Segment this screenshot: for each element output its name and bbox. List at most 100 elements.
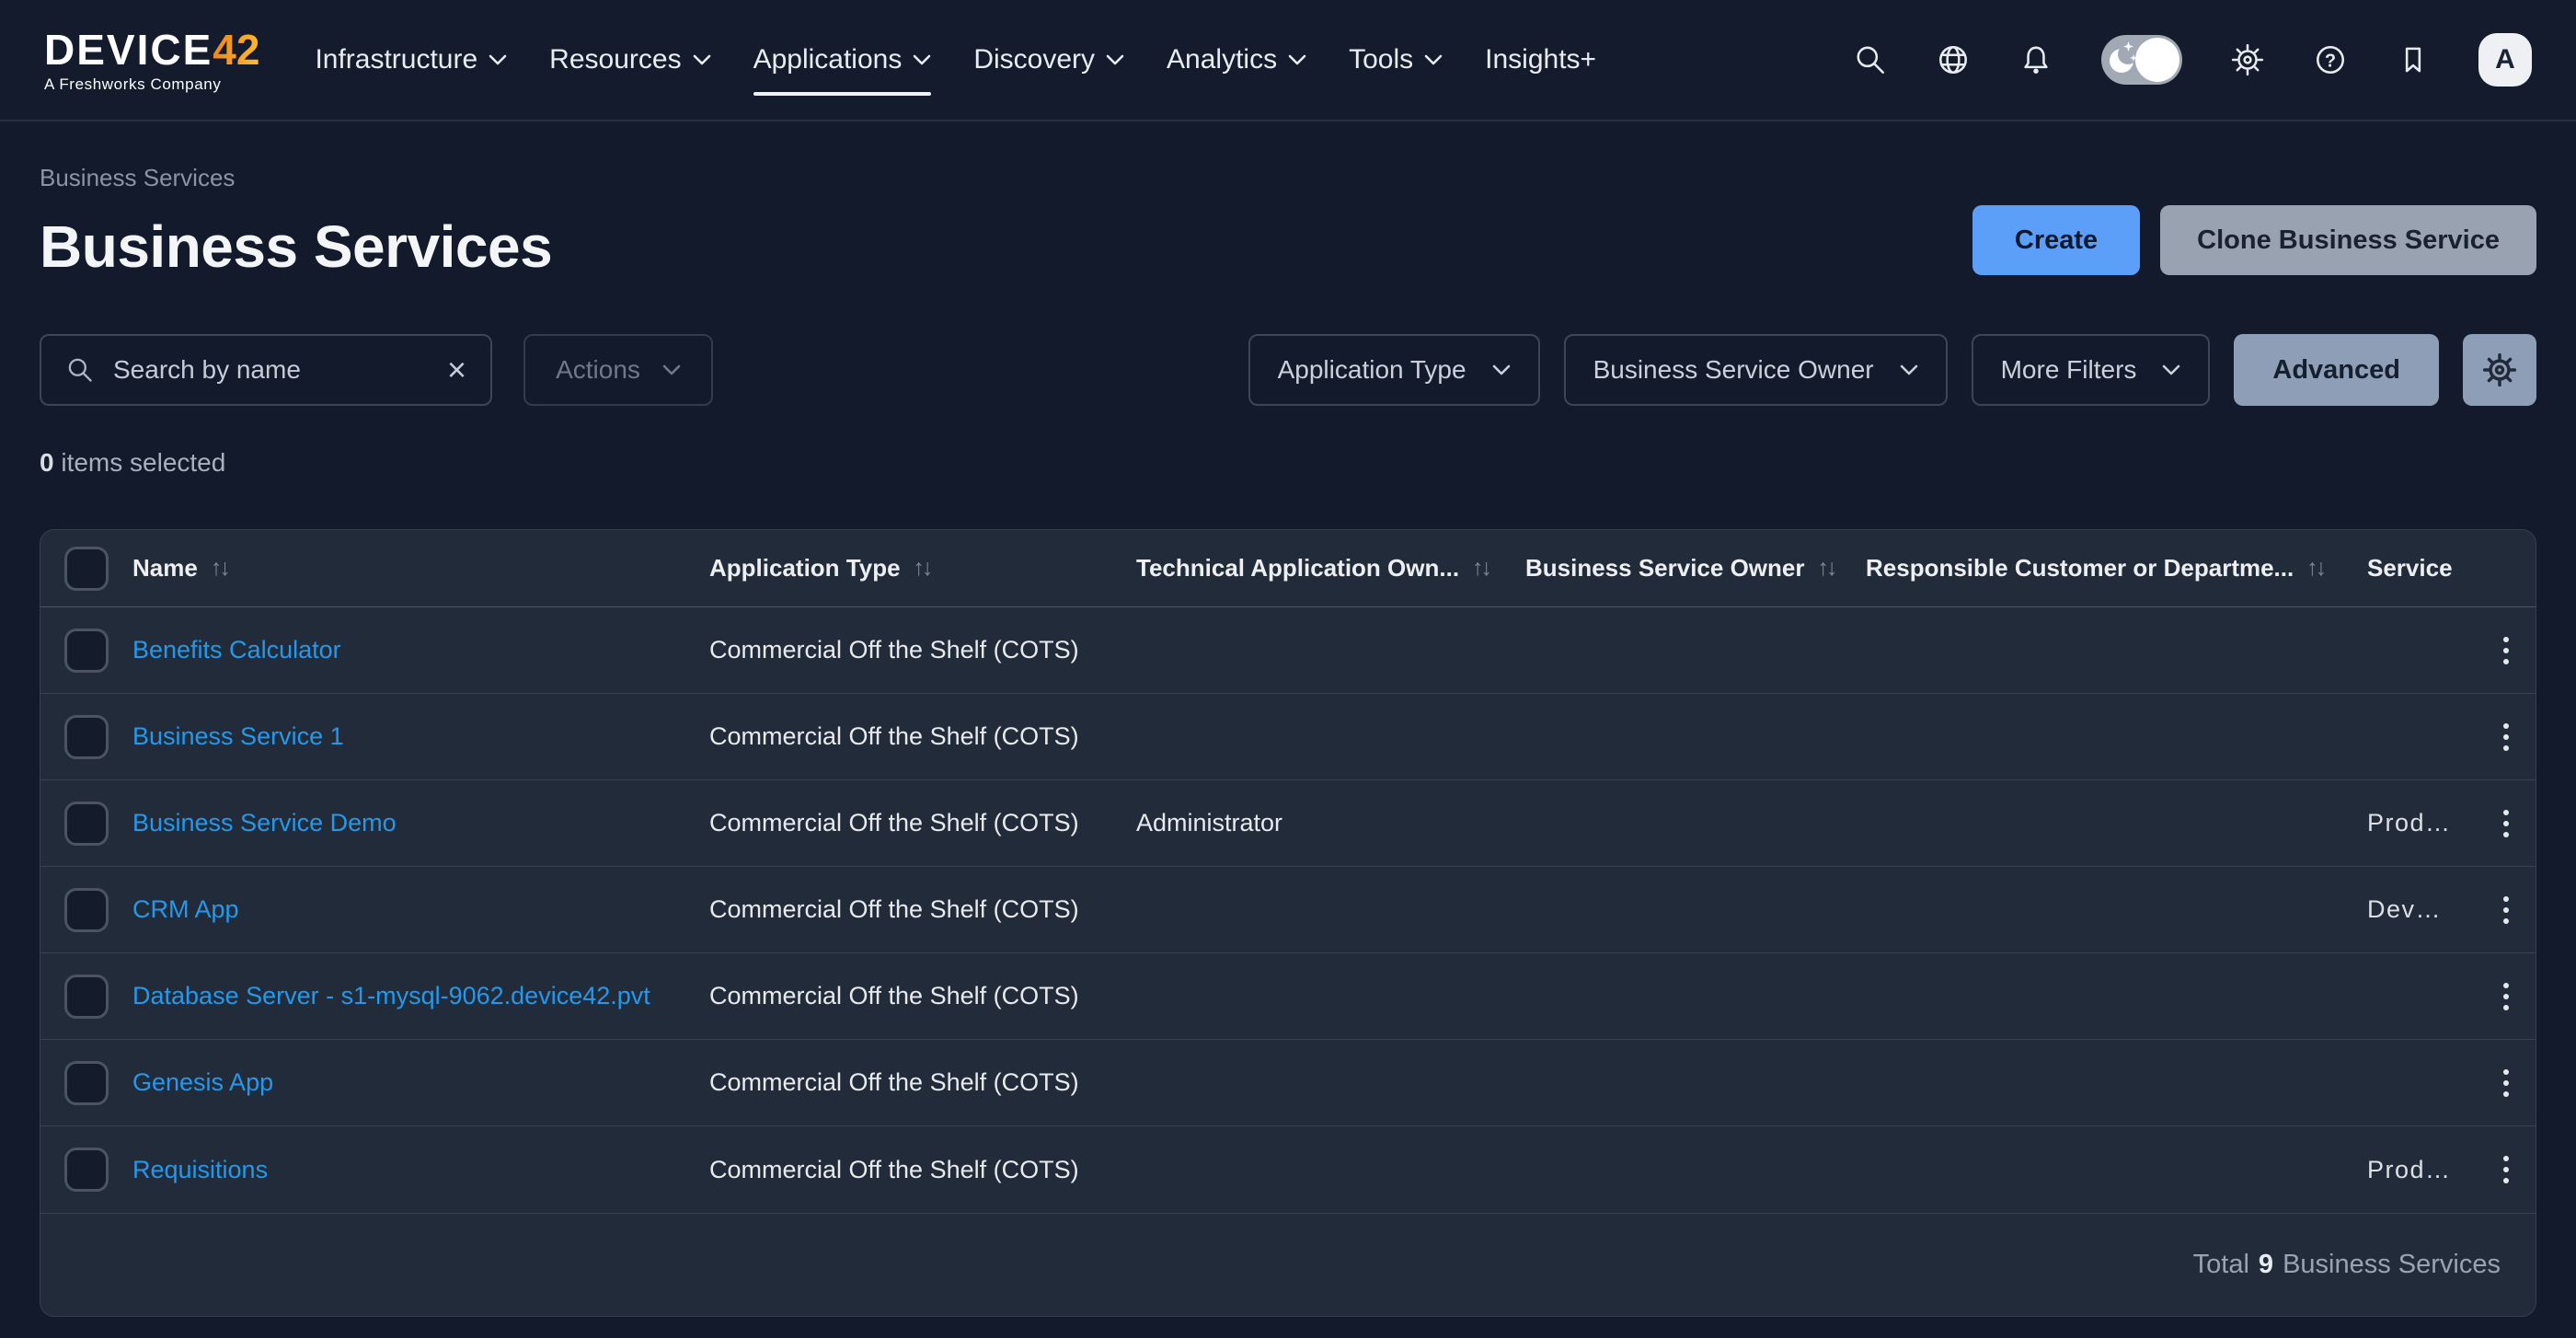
svg-text:?: ? [2325,51,2336,71]
logo-accent-text: 42 [213,26,259,74]
gear-icon [2480,351,2519,389]
advanced-button[interactable]: Advanced [2234,334,2439,406]
moon-icon [2110,49,2133,73]
business-services-table: Name ↑↓ Application Type ↑↓ Technical Ap… [40,529,2536,1317]
chevron-down-icon [489,54,507,65]
cell-service: Product [2367,809,2476,837]
column-header-service: Service [2367,554,2476,582]
sort-icon[interactable]: ↑↓ [914,555,931,582]
sort-icon[interactable]: ↑↓ [1817,555,1834,582]
business-services-screen: DEVICE42 A Freshworks Company Infrastruc… [0,0,2576,1338]
chevron-down-icon [1424,54,1443,65]
top-navigation-bar: DEVICE42 A Freshworks Company Infrastruc… [0,0,2576,121]
row-checkbox[interactable] [64,1061,109,1105]
footer-total-suffix: Business Services [2283,1250,2501,1280]
footer-total-label: Total [2193,1250,2249,1280]
table-settings-button[interactable] [2463,334,2536,406]
column-header-responsible-customer: Responsible Customer or Departme... ↑↓ [1866,554,2367,582]
cell-service: Product [2367,1156,2476,1184]
row-checkbox[interactable] [64,629,109,673]
filter-business-service-owner[interactable]: Business Service Owner [1564,334,1948,406]
business-service-link[interactable]: Database Server - s1-mysql-9062.device42… [132,982,650,1009]
footer-total-count: 9 [2259,1250,2273,1280]
toolbar-right: Application Type Business Service Owner … [1248,334,2536,406]
help-icon[interactable]: ? [2313,42,2348,77]
search-box[interactable]: × [40,334,492,406]
chevron-down-icon [1492,364,1511,375]
business-service-link[interactable]: Business Service 1 [132,722,344,750]
filter-more-filters[interactable]: More Filters [1972,334,2211,406]
business-service-link[interactable]: Genesis App [132,1068,273,1096]
main-menu: Infrastructure Resources Applications Di… [315,0,1596,120]
cell-application-type: Commercial Off the Shelf (COTS) [709,982,1136,1010]
device42-logo[interactable]: DEVICE42 A Freshworks Company [44,29,259,92]
table-row: CRM App Commercial Off the Shelf (COTS) … [40,867,2536,953]
cell-application-type: Commercial Off the Shelf (COTS) [709,1068,1136,1097]
filters-toolbar: × Actions Application Type Business Serv… [40,334,2536,406]
nav-item-applications[interactable]: Applications [753,0,932,120]
table-header-row: Name ↑↓ Application Type ↑↓ Technical Ap… [40,530,2536,607]
sort-icon[interactable]: ↑↓ [211,555,228,582]
theme-toggle[interactable] [2101,35,2182,85]
nav-item-discovery[interactable]: Discovery [973,0,1124,120]
cell-application-type: Commercial Off the Shelf (COTS) [709,636,1136,664]
search-icon [65,355,95,385]
create-button[interactable]: Create [1972,205,2140,275]
notifications-bell-icon[interactable] [2018,42,2053,77]
nav-item-resources[interactable]: Resources [549,0,710,120]
row-checkbox[interactable] [64,1148,109,1192]
clear-search-icon[interactable]: × [447,353,466,386]
bookmark-icon[interactable] [2396,42,2431,77]
row-menu-kebab-icon[interactable] [2496,802,2516,845]
globe-icon[interactable] [1936,42,1971,77]
cell-service: Develop [2367,895,2476,924]
search-icon[interactable] [1853,42,1888,77]
nav-item-infrastructure[interactable]: Infrastructure [315,0,507,120]
row-menu-kebab-icon[interactable] [2496,716,2516,758]
cell-technical-application-owner: Administrator [1136,809,1525,837]
row-menu-kebab-icon[interactable] [2496,1148,2516,1191]
table-body: Benefits Calculator Commercial Off the S… [40,607,2536,1213]
table-row: Database Server - s1-mysql-9062.device42… [40,953,2536,1040]
sort-icon[interactable]: ↑↓ [2306,555,2324,582]
row-checkbox[interactable] [64,975,109,1019]
chevron-down-icon [1288,54,1306,65]
clone-business-service-button[interactable]: Clone Business Service [2160,205,2536,275]
nav-item-analytics[interactable]: Analytics [1167,0,1306,120]
business-service-link[interactable]: CRM App [132,895,239,923]
column-header-technical-application-owner: Technical Application Own... ↑↓ [1136,554,1525,582]
column-header-name: Name ↑↓ [132,554,709,582]
logo-tagline: A Freshworks Company [44,76,259,92]
toolbar-left: × Actions [40,334,713,406]
column-header-business-service-owner: Business Service Owner ↑↓ [1525,554,1866,582]
business-service-link[interactable]: Requisitions [132,1156,268,1183]
nav-item-insights-plus[interactable]: Insights+ [1485,0,1596,120]
nav-item-tools[interactable]: Tools [1349,0,1443,120]
row-menu-kebab-icon[interactable] [2496,975,2516,1018]
chevron-down-icon [693,54,711,65]
business-service-link[interactable]: Benefits Calculator [132,636,341,663]
business-service-link[interactable]: Business Service Demo [132,809,397,836]
breadcrumb[interactable]: Business Services [40,164,552,192]
actions-dropdown[interactable]: Actions [523,334,713,406]
column-header-application-type: Application Type ↑↓ [709,554,1136,582]
select-all-checkbox[interactable] [64,547,109,591]
row-checkbox[interactable] [64,802,109,846]
chevron-down-icon [662,364,681,375]
filter-application-type[interactable]: Application Type [1248,334,1540,406]
page-content: Business Services Business Services Crea… [0,164,2576,1317]
logo-text: DEVICE [44,26,213,74]
table-row: Business Service 1 Commercial Off the Sh… [40,694,2536,780]
table-row: Business Service Demo Commercial Off the… [40,780,2536,867]
search-input[interactable] [113,355,429,385]
table-footer: Total 9 Business Services [40,1213,2536,1316]
chevron-down-icon [913,54,931,65]
row-checkbox[interactable] [64,715,109,759]
row-menu-kebab-icon[interactable] [2496,629,2516,672]
row-menu-kebab-icon[interactable] [2496,889,2516,931]
row-menu-kebab-icon[interactable] [2496,1062,2516,1104]
row-checkbox[interactable] [64,888,109,932]
sort-icon[interactable]: ↑↓ [1472,555,1489,582]
settings-gear-icon[interactable] [2230,42,2265,77]
user-avatar[interactable]: A [2478,33,2532,87]
